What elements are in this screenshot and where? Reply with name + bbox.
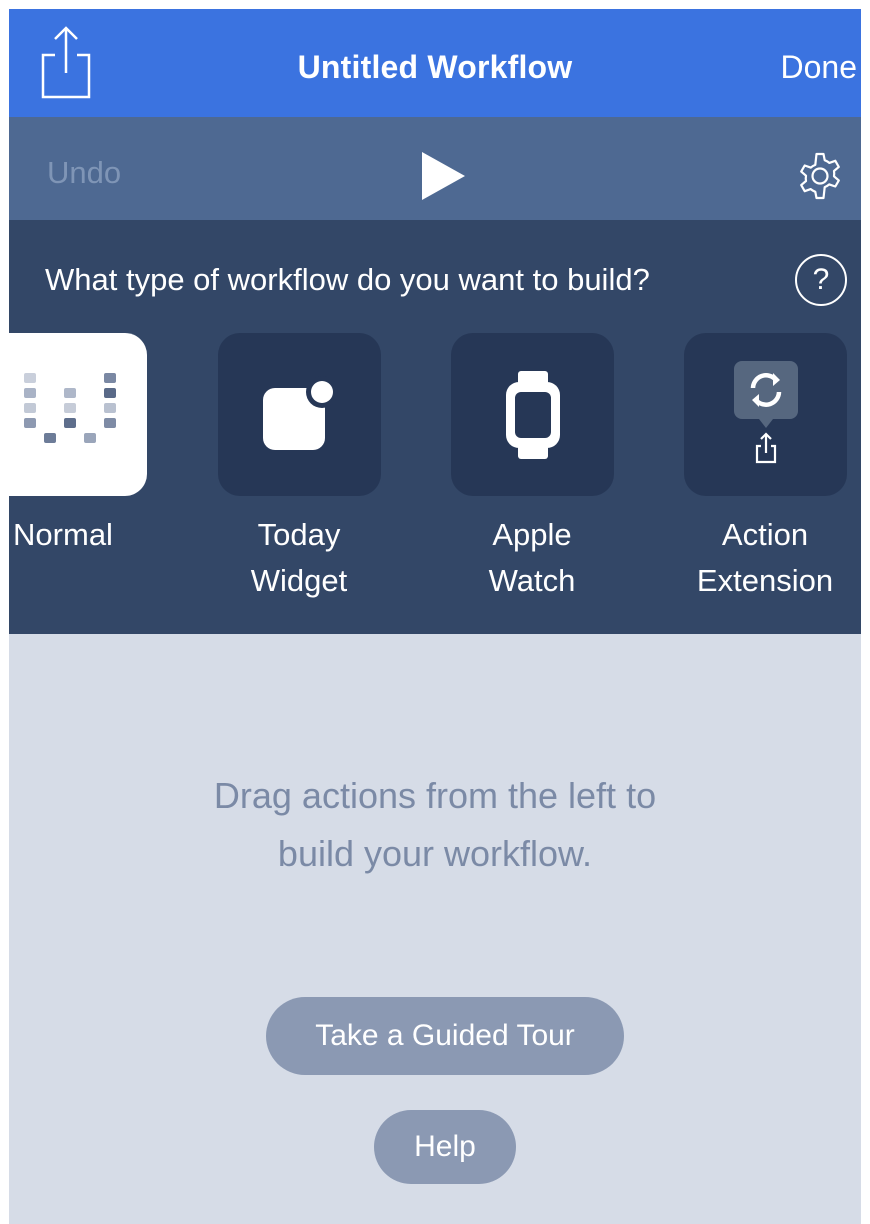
type-normal-label: Normal [13,517,113,552]
help-circle-button[interactable]: ? [795,254,847,306]
workflow-logo-icon [24,373,116,443]
type-today-widget-tile[interactable] [218,333,381,496]
editor-toolbar: Undo [9,117,861,220]
action-extension-icon [734,361,798,464]
undo-button[interactable]: Undo [47,155,121,191]
apple-watch-icon [506,371,560,459]
type-action-extension-tile[interactable] [684,333,847,496]
workflow-editor: Untitled Workflow Done Undo What type of… [9,9,861,1224]
done-button[interactable]: Done [777,49,862,86]
play-icon[interactable] [419,150,467,202]
type-today-widget-label: Today Widget [250,517,348,598]
help-button[interactable]: Help [374,1110,516,1184]
type-normal-tile[interactable] [9,333,147,496]
type-apple-watch-label: Apple Watch [488,517,576,598]
workflow-type-question: What type of workflow do you want to bui… [45,262,650,297]
page-title: Untitled Workflow [297,49,573,85]
workflow-type-picker: What type of workflow do you want to bui… [9,220,861,634]
gear-icon[interactable] [795,151,845,201]
empty-state-message: Drag actions from the left to build your… [213,775,657,874]
guided-tour-button[interactable]: Take a Guided Tour [266,997,624,1075]
type-action-extension-label: Action Extension [696,517,834,598]
type-apple-watch-tile[interactable] [451,333,614,496]
today-widget-icon [263,376,338,450]
navigation-bar: Untitled Workflow Done [9,9,861,117]
